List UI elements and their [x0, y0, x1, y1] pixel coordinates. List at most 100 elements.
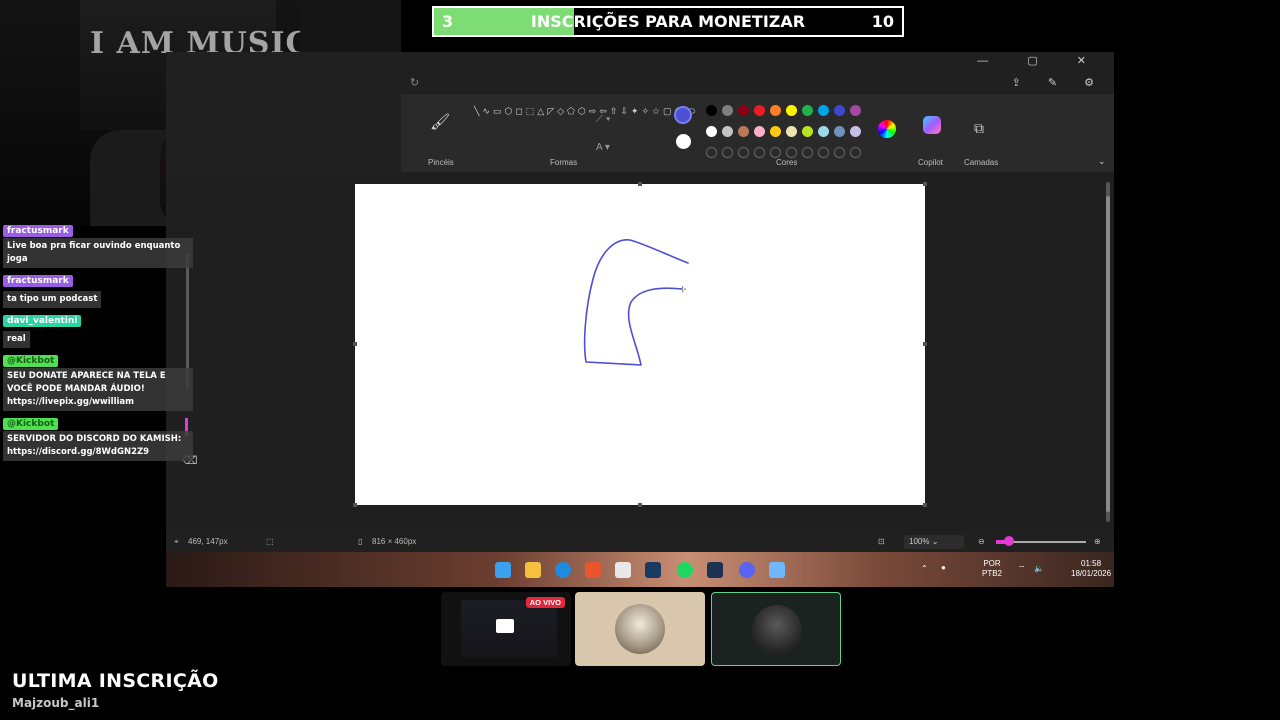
last-subscriber-name: Majzoub_ali1 [12, 696, 100, 710]
custom-color-slot[interactable] [754, 147, 765, 158]
fit-screen-icon[interactable]: ⊡ [878, 537, 885, 546]
volume-icon[interactable]: 🔈 [1034, 564, 1044, 574]
scrollbar-thumb[interactable] [1106, 196, 1110, 512]
custom-color-slot[interactable] [850, 147, 861, 158]
color-swatch[interactable] [770, 126, 781, 137]
layers-icon[interactable]: ⧉ [974, 120, 984, 137]
copilot-group-label: Copilot [918, 158, 943, 167]
vegas-icon[interactable] [707, 562, 723, 578]
color-swatch[interactable] [850, 126, 861, 137]
screen-share-tile[interactable]: AO VIVO [441, 592, 571, 666]
chat-text: real [3, 331, 30, 348]
secondary-color-swatch[interactable] [676, 134, 691, 149]
color-swatch[interactable] [738, 105, 749, 116]
canvas-resize-handle[interactable] [923, 503, 927, 507]
color-swatch[interactable] [706, 126, 717, 137]
chevron-down-icon[interactable]: ⌄ [1098, 156, 1106, 167]
color-swatch[interactable] [818, 105, 829, 116]
zoom-slider-thumb[interactable] [1004, 536, 1014, 546]
custom-color-slot[interactable] [818, 147, 829, 158]
edit-colors-icon[interactable] [878, 120, 896, 138]
canvas-resize-handle[interactable] [638, 503, 642, 507]
wifi-icon[interactable]: ⌔ [1018, 564, 1026, 574]
window-controls[interactable]: — ▢ ✕ [977, 54, 1104, 67]
color-swatch[interactable] [834, 105, 845, 116]
color-swatch[interactable] [834, 126, 845, 137]
shapes-gallery[interactable]: ╲∿▭⬡◻⬚△◸◇⬠⬡⇨⇦⇧⇩✦✧☆▢◯⬭ [474, 104, 695, 119]
canvas-resize-handle[interactable] [353, 503, 357, 507]
chat-text: Live boa pra ficar ouvindo enquanto joga [3, 238, 193, 268]
input-language: POR [983, 559, 1001, 568]
color-swatch[interactable] [786, 105, 797, 116]
custom-color-slot[interactable] [802, 147, 813, 158]
canvas-resize-handle[interactable] [353, 342, 357, 346]
chat-overlay: fractusmark Live boa pra ficar ouvindo en… [3, 220, 195, 463]
color-swatch[interactable] [786, 126, 797, 137]
keyboard-layout[interactable]: POR PTB2 [982, 559, 1002, 579]
app-tray-icon[interactable]: ● [941, 563, 946, 573]
edge-icon[interactable] [555, 562, 571, 578]
brush-icon[interactable]: 🖌 [430, 112, 450, 132]
participant-tile-active[interactable] [711, 592, 841, 666]
file-explorer-icon[interactable] [525, 562, 541, 578]
canvas-resize-handle[interactable] [638, 182, 642, 186]
participant-tile[interactable] [575, 592, 705, 666]
chat-username: @Kickbot [3, 355, 59, 367]
color-swatch[interactable] [722, 105, 733, 116]
color-swatch[interactable] [722, 126, 733, 137]
avatar [615, 604, 665, 654]
goal-title: INSCRIÇÕES PARA MONETIZAR [530, 12, 806, 31]
clock-time: 01:58 [1081, 559, 1102, 568]
custom-color-slot[interactable] [786, 147, 797, 158]
canvas-size: 816 × 460px [372, 537, 417, 546]
chat-message: fractusmark Live boa pra ficar ouvindo en… [3, 220, 195, 268]
titlebar-tools[interactable]: ⇪ ✎ ⚙ [1012, 76, 1106, 89]
paint-window: — ▢ ✕ ⇪ ✎ ⚙ ↻ 🖌 Pincéis ╲∿▭⬡◻⬚△◸◇⬠⬡⇨⇦⇧⇩✦… [166, 52, 1114, 587]
store-icon[interactable] [615, 562, 631, 578]
clock[interactable]: 01:58 18/01/2026 [1071, 559, 1111, 579]
custom-color-slot[interactable] [770, 147, 781, 158]
paint-icon[interactable] [769, 562, 785, 578]
custom-color-slot[interactable] [706, 147, 717, 158]
zoom-out-icon[interactable]: ⊖ [978, 537, 985, 546]
subscribe-goal-bar: 3 INSCRIÇÕES PARA MONETIZAR 10 [432, 6, 904, 37]
color-swatch[interactable] [754, 105, 765, 116]
layers-group-label: Camadas [964, 158, 999, 167]
color-swatch[interactable] [754, 126, 765, 137]
input-layout: PTB2 [982, 569, 1003, 578]
color-swatch[interactable] [850, 105, 861, 116]
clock-date: 18/01/2026 [1071, 569, 1112, 578]
canvas-resize-handle[interactable] [923, 182, 927, 186]
zoom-value: 100% [909, 537, 930, 546]
color-swatch[interactable] [706, 105, 717, 116]
steam-icon[interactable] [645, 562, 661, 578]
color-swatch[interactable] [802, 126, 813, 137]
windows-taskbar: ⌃ ● POR PTB2 ⌔ 🔈 01:58 18/01/2026 [166, 552, 1114, 587]
discord-icon[interactable] [739, 562, 755, 578]
colors-group-label: Cores [776, 158, 798, 167]
chat-message: @Kickbot SEU DONATE APARECE NA TELA E VOC… [3, 350, 195, 411]
zoom-in-icon[interactable]: ⊕ [1094, 537, 1101, 546]
start-menu-icon[interactable] [495, 562, 511, 578]
zoom-dropdown[interactable]: 100% ⌄ [904, 535, 964, 549]
canvas-resize-handle[interactable] [923, 342, 927, 346]
status-bar: ⌖ 469, 147px ⬚ ▯ 816 × 460px ⊡ 100% ⌄ ⊖ … [166, 532, 1114, 552]
copilot-icon[interactable] [923, 116, 941, 134]
custom-color-slot[interactable] [738, 147, 749, 158]
brave-icon[interactable] [585, 562, 601, 578]
chat-username: @Kickbot [3, 418, 59, 430]
canvas-area: ⊹ [166, 172, 1114, 532]
drawing-canvas[interactable]: ⊹ [355, 184, 925, 505]
color-swatch[interactable] [802, 105, 813, 116]
custom-color-slot[interactable] [722, 147, 733, 158]
chat-username: fractusmark [3, 275, 73, 287]
spotify-icon[interactable] [677, 562, 693, 578]
color-swatch[interactable] [738, 126, 749, 137]
chevron-up-icon[interactable]: ⌃ [921, 564, 928, 574]
refresh-icon[interactable]: ↻ [410, 76, 419, 89]
color-swatch[interactable] [818, 126, 829, 137]
custom-color-slot[interactable] [834, 147, 845, 158]
primary-color-swatch[interactable] [674, 106, 692, 124]
color-swatch[interactable] [770, 105, 781, 116]
shape-outline-fill-tools[interactable]: ⟋ ▾ A ▾ [596, 106, 611, 162]
